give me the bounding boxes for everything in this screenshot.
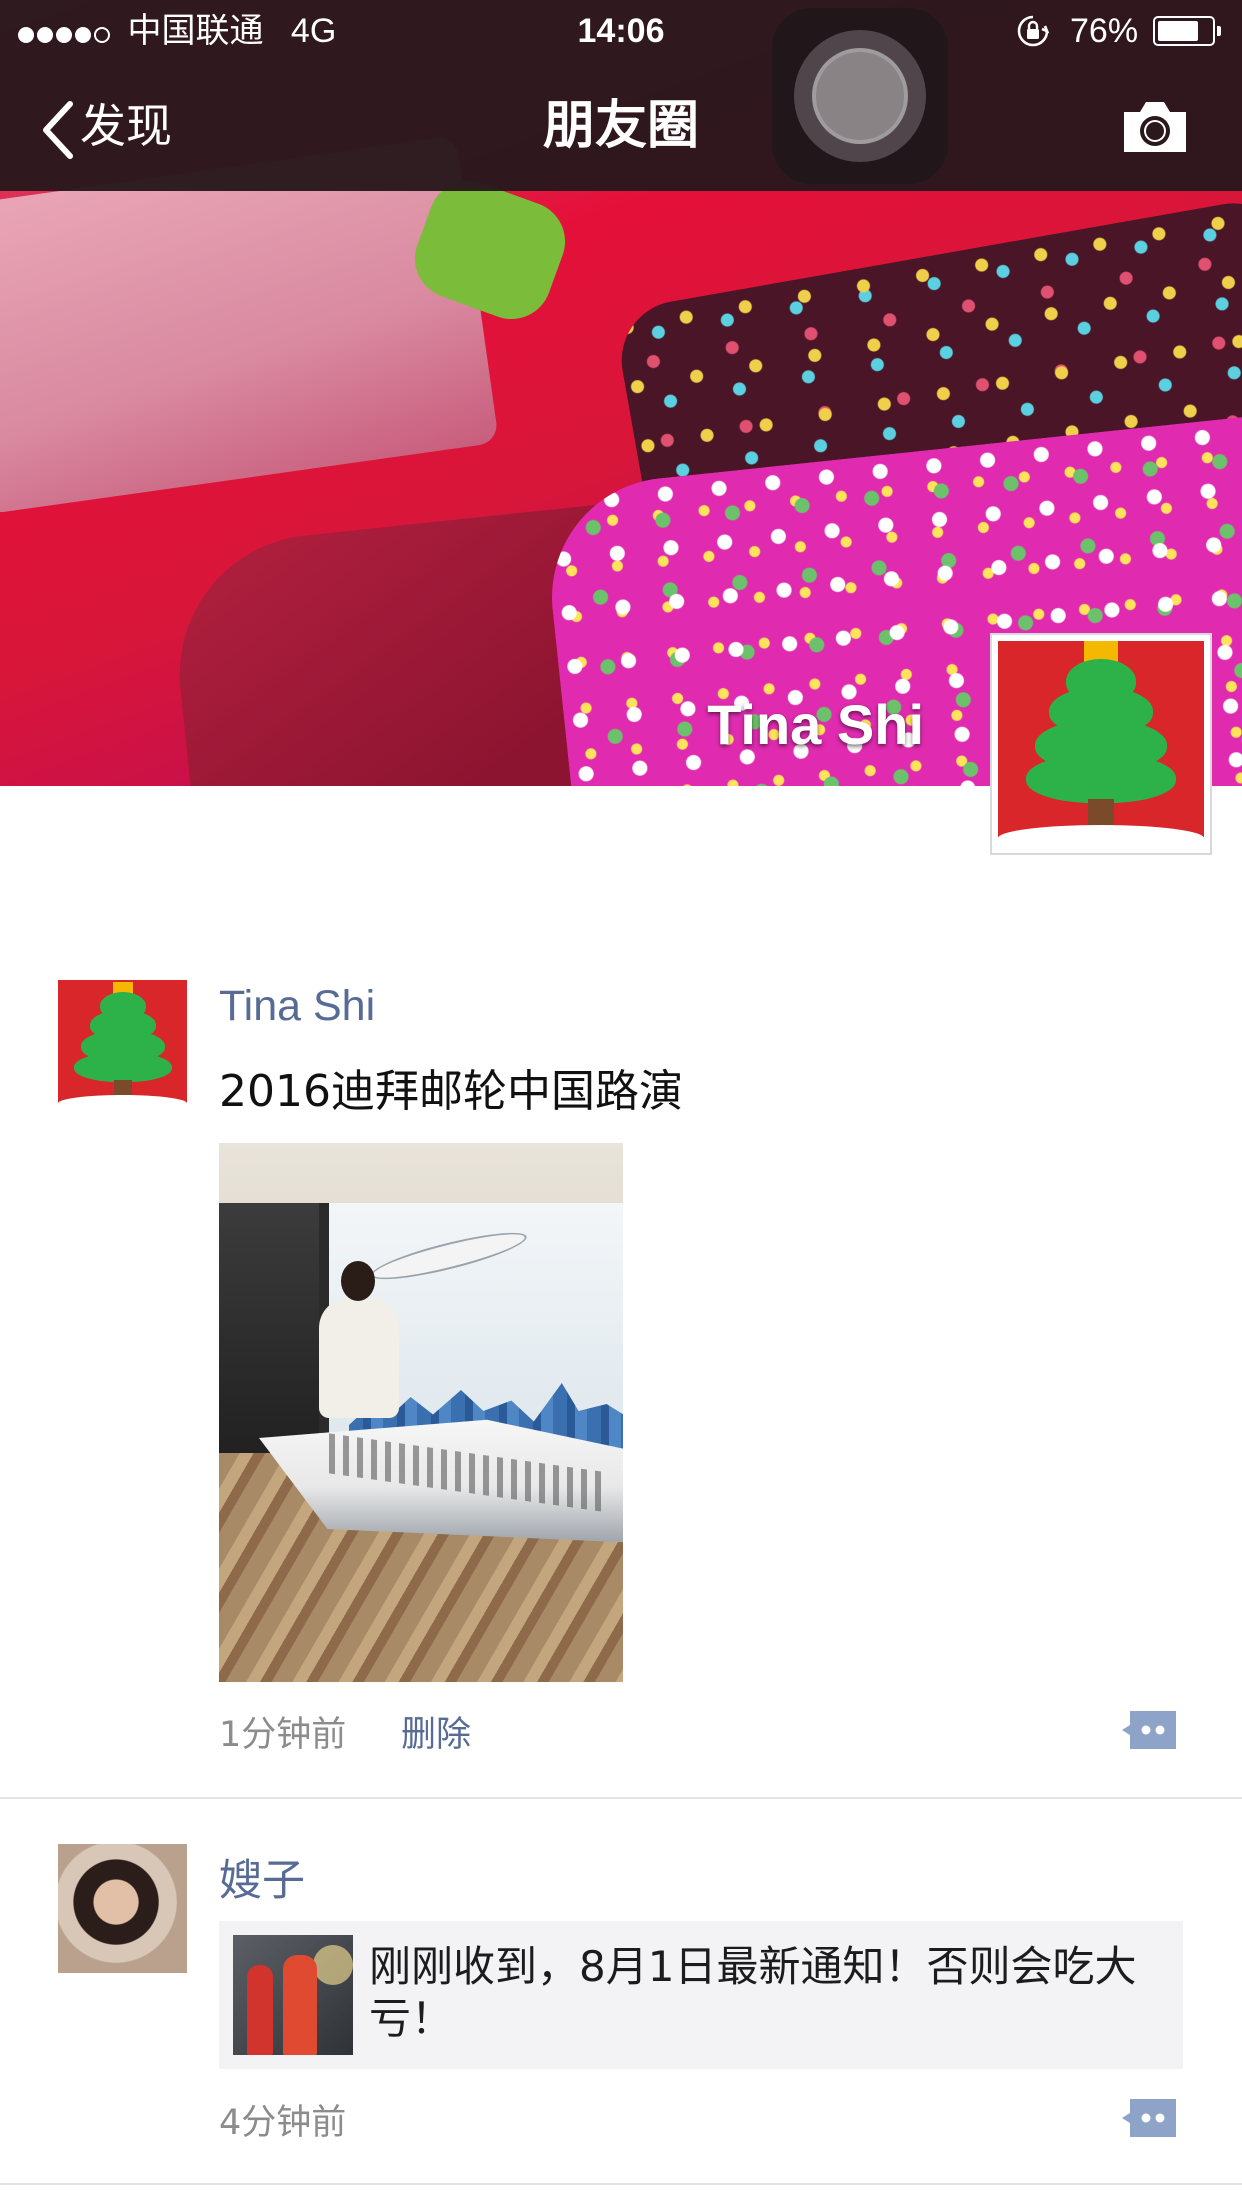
comment-icon[interactable] — [1120, 2097, 1178, 2139]
cover-user-name: Tina Shi — [707, 693, 924, 756]
post-author-name[interactable]: Tina Shi — [219, 982, 375, 1031]
post-time: 1分钟前 — [219, 1715, 347, 1755]
post-photo[interactable] — [219, 1143, 623, 1682]
shared-link-card[interactable]: 刚刚收到，8月1日最新通知！否则会吃大亏！ — [219, 1921, 1183, 2069]
page-title: 朋友圈 — [542, 96, 699, 156]
status-bar: 中国联通 4G 14:06 76% — [0, 0, 1242, 62]
battery-percent: 76% — [1070, 12, 1139, 50]
christmas-tree-icon — [68, 980, 178, 1109]
post-divider — [0, 1797, 1242, 1799]
post-author-name[interactable]: 嫂子 — [219, 1846, 305, 1908]
post-avatar[interactable] — [58, 980, 187, 1109]
post-text: 2016迪拜邮轮中国路演 — [219, 1066, 683, 1117]
clock: 14:06 — [577, 12, 665, 50]
battery-icon — [1153, 16, 1221, 46]
cover-photo-blanket — [0, 135, 500, 515]
shared-link-title: 刚刚收到，8月1日最新通知！否则会吃大亏！ — [369, 1942, 1137, 2043]
post-avatar[interactable] — [58, 1844, 187, 1973]
post-divider — [0, 2183, 1242, 2185]
navigation-bar: 发现 朋友圈 — [0, 62, 1242, 191]
camera-icon[interactable] — [1120, 98, 1190, 156]
orientation-lock-icon — [1017, 15, 1050, 47]
assistive-touch-button[interactable] — [772, 8, 948, 184]
post-time: 4分钟前 — [219, 2103, 347, 2143]
christmas-tree-icon — [1021, 641, 1181, 847]
profile-avatar[interactable] — [990, 633, 1212, 855]
comment-icon[interactable] — [1120, 1709, 1178, 1751]
delete-link[interactable]: 删除 — [401, 1706, 471, 1757]
shared-link-thumbnail — [233, 1935, 353, 2055]
